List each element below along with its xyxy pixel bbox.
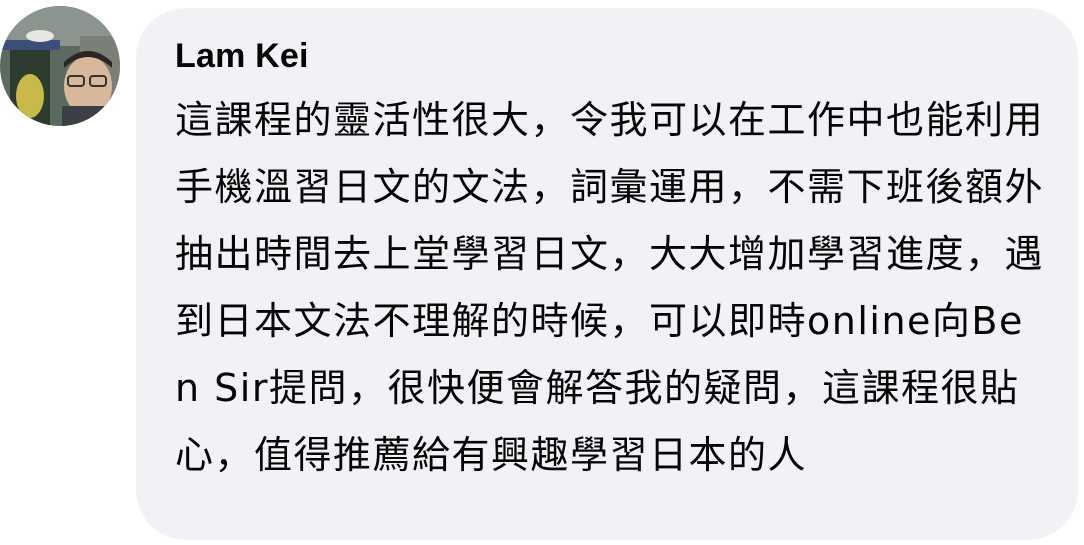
profile-photo	[0, 6, 120, 126]
comment-author[interactable]: Lam Kei	[175, 36, 1048, 76]
comment-bubble: Lam Kei 這課程的靈活性很大，令我可以在工作中也能利用手機溫習日文的文法，…	[136, 8, 1078, 540]
avatar[interactable]	[0, 6, 120, 126]
comment-text: 這課程的靈活性很大，令我可以在工作中也能利用手機溫習日文的文法，詞彙運用，不需下…	[175, 98, 1045, 477]
